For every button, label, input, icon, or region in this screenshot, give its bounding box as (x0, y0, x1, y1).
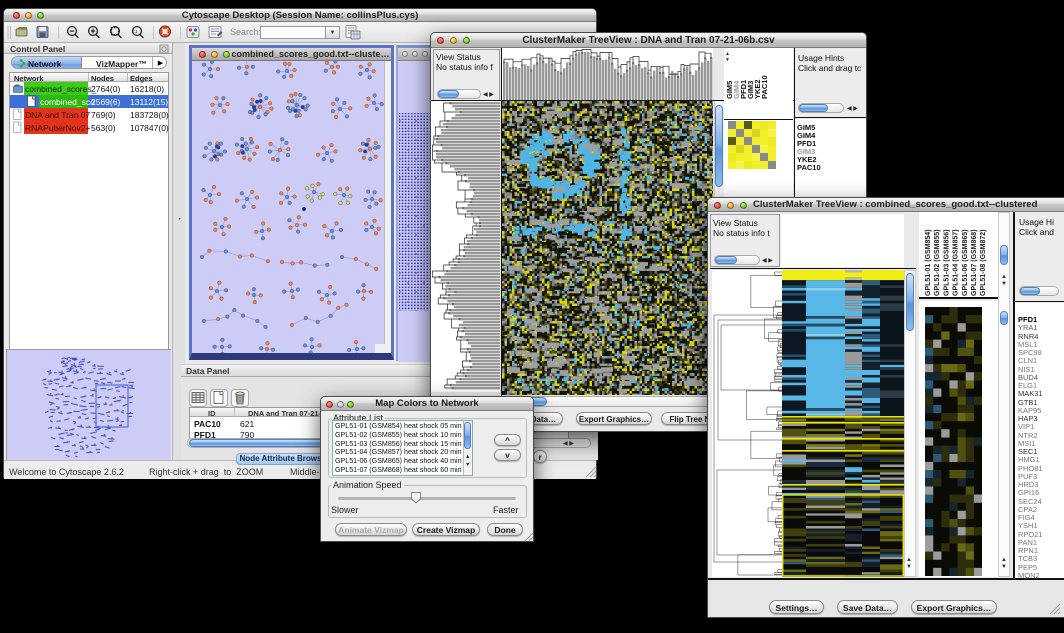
svg-text:GPL51-03 (GSM856): GPL51-03 (GSM856) (943, 229, 950, 296)
svg-text:PAC10: PAC10 (760, 75, 769, 99)
svg-text:GPL51-01 (GSM854): GPL51-01 (GSM854) (925, 229, 932, 296)
svg-text:GPL51-08 (GSM872): GPL51-08 (GSM872) (980, 229, 987, 296)
svg-text:1:1: 1:1 (131, 29, 138, 34)
svg-text:GPL51-02 (GSM855): GPL51-02 (GSM855) (934, 229, 941, 296)
svg-text:GPL51-06 (GSM865): GPL51-06 (GSM865) (962, 229, 969, 296)
svg-text:GPL51-04 (GSM857): GPL51-04 (GSM857) (953, 229, 960, 296)
svg-text:GPL51-07 (GSM868): GPL51-07 (GSM868) (971, 229, 978, 296)
